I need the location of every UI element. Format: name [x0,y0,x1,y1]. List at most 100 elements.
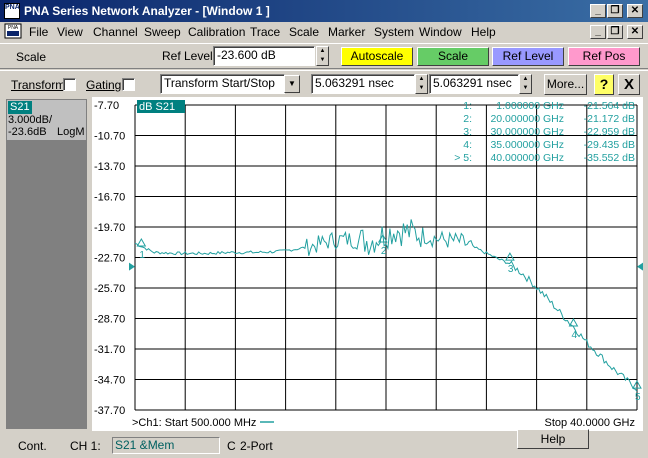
autoscale-button[interactable]: Autoscale [341,47,413,66]
ref-level-label: Ref Level [162,49,213,63]
y-tick-label: -19.70 [94,222,125,234]
start-time-spinner[interactable]: ▲ ▼ [415,74,428,94]
scale-toolbar: Scale Ref Level -23.600 dB ▲ ▼ Autoscale … [0,43,648,69]
y-tick-label: -13.70 [94,161,125,173]
menu-calibration[interactable]: Calibration [188,25,245,39]
menu-file[interactable]: File [29,25,48,39]
transform-checkbox[interactable] [63,78,76,91]
menu-channel[interactable]: Channel [93,25,138,39]
window-title: PNA Series Network Analyzer - [Window 1 … [24,4,270,18]
menu-system[interactable]: System [374,25,414,39]
y-tick-label: -7.70 [94,100,119,112]
doc-minimize-button[interactable]: _ [590,25,606,39]
menu-help[interactable]: Help [471,25,496,39]
spin-up-icon[interactable]: ▲ [317,47,328,56]
trace-status: S21 &Mem [112,437,220,454]
marker-value: -21.564 dB [584,100,635,112]
y-tick-label: -10.70 [94,131,125,143]
chevron-down-icon[interactable]: ▼ [284,75,300,93]
marker-value: -21.172 dB [584,113,635,125]
doc-close-button[interactable]: ✕ [627,25,643,39]
stop-time-input[interactable]: 5.063291 nsec [429,74,519,94]
s21-chart: -7.70 -10.70 -13.70 -16.70 -19.70 -22.70 -25.7… [94,100,643,429]
y-tick-label: -34.70 [94,375,125,387]
y-tick-label: -22.70 [94,253,125,265]
y-axis-ticks: -7.70 -10.70 -13.70 -16.70 -19.70 -22.70 -25.7… [94,100,125,417]
marker-id: 2: [463,113,472,125]
trace-format: LogM [57,126,85,138]
transform-label: Transform [11,78,66,92]
doc-restore-button[interactable]: ❐ [607,25,623,39]
help-button[interactable]: Help [517,429,589,449]
marker-label: 1 [139,250,145,261]
help-icon[interactable]: ? [594,74,614,95]
ref-pos-button[interactable]: Ref Pos [568,47,640,66]
marker-table: 1: 1.000000 GHz -21.564 dB 2: 20.000000 GHz -… [454,100,635,164]
document-icon[interactable]: PNA [4,23,22,40]
trace-label: dB S21 [139,101,175,113]
status-bar: Cont. CH 1: S21 &Mem C 2-Port Help [0,429,648,458]
app-icon: PNA [4,3,20,19]
minimize-button[interactable]: _ [590,4,606,18]
cal-status: C [227,439,236,453]
y-tick-label: -37.70 [94,405,125,417]
y-tick-label: -25.70 [94,283,125,295]
ref-level-input[interactable]: -23.600 dB [213,46,315,66]
y-tick-label: -28.70 [94,314,125,326]
scale-button[interactable]: Scale [417,47,489,66]
marker-id: 3: [463,126,472,138]
gating-checkbox[interactable] [122,78,135,91]
marker-freq: 20.000000 GHz [490,113,564,125]
close-toolbar-icon[interactable]: X [618,74,640,95]
menu-bar: PNA File View Channel Sweep Calibration … [0,22,648,42]
menu-marker[interactable]: Marker [328,25,365,39]
channel-label: CH 1: [70,439,101,453]
trace-ref: -23.6dB [8,126,47,138]
trace-s21-box[interactable]: S21 3.000dB/ -23.6dB LogM [7,100,86,140]
marker-id: > 5: [454,152,472,164]
scale-label: Scale [16,50,47,64]
restore-button[interactable]: ❐ [607,4,623,18]
sweep-mode: Cont. [18,439,47,453]
ref-level-right-marker [637,262,643,271]
svg-text:PNA: PNA [8,25,19,31]
spin-down-icon[interactable]: ▼ [520,84,531,93]
trace-scale: 3.000dB/ [8,114,53,126]
y-tick-label: -16.70 [94,192,125,204]
ref-level-left-marker [129,262,135,271]
ref-level-spinner[interactable]: ▲ ▼ [316,46,329,66]
marker-label: 5 [635,392,641,403]
marker-id: 4: [463,139,472,151]
marker-label: 2 [381,246,387,257]
marker-label: 4 [571,330,577,341]
more-button[interactable]: More... [544,74,587,95]
menu-sweep[interactable]: Sweep [144,25,181,39]
start-time-input[interactable]: 5.063291 nsec [311,74,415,94]
menu-scale[interactable]: Scale [289,25,319,39]
transform-toolbar: Transform Gating Transform Start/Stop ▼ … [0,70,648,97]
menu-window[interactable]: Window [419,25,462,39]
spin-up-icon[interactable]: ▲ [520,75,531,84]
stop-label: Stop 40.0000 GHz [544,417,635,429]
ref-level-button[interactable]: Ref Level [492,47,564,66]
transform-select[interactable]: Transform Start/Stop [160,74,285,94]
spin-up-icon[interactable]: ▲ [416,75,427,84]
marker-freq: 30.000000 GHz [490,126,564,138]
stop-time-spinner[interactable]: ▲ ▼ [519,74,532,94]
gating-label: Gating [86,78,122,92]
marker-value: -35.552 dB [584,152,635,164]
trace-panel [6,99,87,429]
spin-down-icon[interactable]: ▼ [317,56,328,65]
port-status: 2-Port [240,439,273,453]
trace-name: S21 [8,101,32,114]
marker-freq: 1.000000 GHz [496,100,564,112]
marker-id: 1: [463,100,472,112]
markers: 1 2 3 4 5 [136,233,642,403]
menu-trace[interactable]: Trace [250,25,280,39]
spin-down-icon[interactable]: ▼ [416,84,427,93]
title-bar: PNA PNA Series Network Analyzer - [Windo… [0,0,648,22]
close-button[interactable]: ✕ [627,4,643,18]
marker-triangle [505,252,515,261]
menu-view[interactable]: View [57,25,83,39]
marker-triangle [136,237,147,247]
